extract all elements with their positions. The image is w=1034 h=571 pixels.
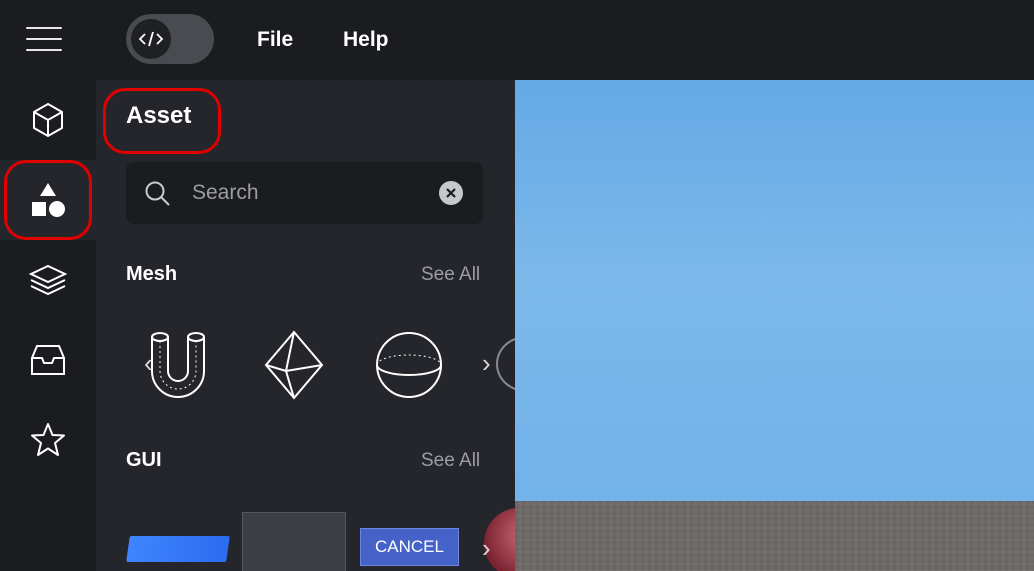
rail-item-objects[interactable] [0,80,96,160]
layers-icon [28,264,68,296]
mesh-partial-item[interactable] [496,336,515,392]
menu-file[interactable]: File [257,28,293,52]
rail-item-inbox[interactable] [0,320,96,400]
gui-next-arrow[interactable]: › [482,535,491,561]
app-window: File Help Asset Mesh See All [0,0,1034,571]
code-toggle[interactable] [126,14,214,64]
search-box [126,162,483,224]
menu-help[interactable]: Help [343,28,389,52]
mesh-prev-arrow[interactable]: ‹ [144,350,153,376]
mesh-next-arrow[interactable]: › [482,350,491,376]
mesh-sphere[interactable] [369,325,449,405]
sphere-icon [376,332,442,398]
inbox-icon [31,345,65,375]
search-input[interactable] [192,176,432,210]
gui-blue-button-preview[interactable] [126,536,230,562]
panel-title: Asset [126,102,192,129]
scene-viewport[interactable] [515,80,1034,571]
rail-item-assets[interactable] [0,160,96,240]
ground-plane [515,501,1034,571]
gui-cancel-button-preview[interactable]: CANCEL [360,528,459,566]
cube-icon [33,102,63,138]
asset-panel: Asset Mesh See All ‹ › GUI See All CANCE… [96,80,515,571]
hamburger-icon[interactable] [26,27,62,53]
code-icon [131,19,171,59]
star-icon [31,423,65,456]
rail-item-favorites[interactable] [0,400,96,480]
search-icon [145,181,170,206]
rail-item-layers[interactable] [0,240,96,320]
top-bar: File Help [0,0,1034,80]
shapes-icon [32,183,65,217]
octahedron-icon [264,330,324,400]
gui-panel-preview[interactable] [242,512,346,571]
mesh-see-all-link[interactable]: See All [421,264,480,286]
gui-section-title: GUI [126,449,162,471]
u-shape-icon [151,332,205,398]
mesh-section-title: Mesh [126,263,178,285]
left-rail [0,80,96,571]
clear-search-icon[interactable] [439,181,463,205]
gui-see-all-link[interactable]: See All [421,450,480,472]
mesh-octahedron[interactable] [254,325,334,405]
